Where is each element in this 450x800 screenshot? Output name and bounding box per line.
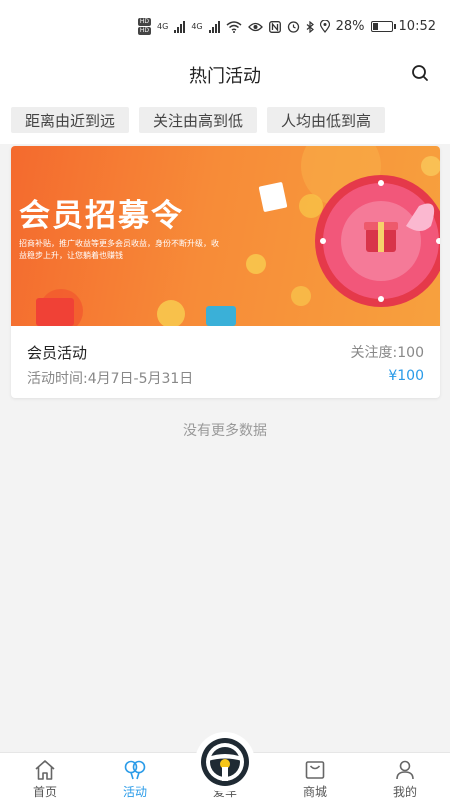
tab-mine-label: 我的 bbox=[392, 785, 417, 799]
tab-shop[interactable]: 商城 bbox=[270, 753, 360, 800]
banner-title: 会员招募令 bbox=[19, 198, 184, 234]
filter-distance[interactable]: 距离由近到远 bbox=[11, 107, 130, 133]
filter-price[interactable]: 人均由低到高 bbox=[267, 107, 386, 133]
search-icon[interactable] bbox=[410, 63, 430, 83]
filter-bar: 距离由近到远 关注由高到低 人均由低到高 bbox=[0, 96, 450, 144]
tab-mine[interactable]: 我的 bbox=[360, 753, 450, 800]
page-title: 热门活动 bbox=[189, 66, 261, 87]
banner-illustration bbox=[36, 146, 440, 326]
location-icon bbox=[319, 20, 330, 33]
battery-percent: 28% bbox=[335, 19, 365, 34]
wifi-icon bbox=[226, 20, 242, 33]
activity-banner[interactable]: 会员招募令 招商补贴，推广收益等更多会员收益，身份不断升级，收益稳步上升，让您躺… bbox=[11, 146, 440, 326]
user-icon bbox=[396, 760, 414, 780]
shop-icon bbox=[305, 761, 325, 779]
hd-badges: HD HD bbox=[137, 18, 152, 35]
eye-icon bbox=[247, 22, 263, 31]
signal-icon bbox=[174, 20, 186, 33]
network-type: 4G bbox=[191, 22, 203, 31]
activity-info: 会员活动 关注度:100 活动时间:4月7日-5月31日 ¥100 bbox=[11, 326, 440, 398]
hd-badge: HD bbox=[137, 18, 152, 26]
steering-wheel-icon bbox=[201, 738, 249, 786]
header: 热门活动 bbox=[0, 52, 450, 96]
network-type: 4G bbox=[157, 22, 169, 31]
activity-price: ¥100 bbox=[388, 368, 424, 384]
no-more-data: 没有更多数据 bbox=[183, 423, 267, 439]
car-tab-badge[interactable] bbox=[195, 732, 255, 792]
tab-home[interactable]: 首页 bbox=[0, 753, 90, 800]
hd-badge: HD bbox=[137, 27, 152, 35]
signal-icon bbox=[208, 20, 220, 33]
clock: 10:52 bbox=[398, 19, 436, 34]
tab-home-label: 首页 bbox=[32, 785, 57, 799]
status-bar: HD HD 4G 4G 28% 10:52 bbox=[0, 0, 450, 52]
status-indicators: HD HD 4G 4G 28% 10:52 bbox=[137, 18, 436, 35]
battery-icon bbox=[370, 21, 396, 32]
tab-shop-label: 商城 bbox=[302, 785, 327, 799]
activity-time: 活动时间:4月7日-5月31日 bbox=[27, 371, 194, 387]
nfc-icon bbox=[268, 20, 281, 33]
alarm-icon bbox=[287, 21, 299, 33]
home-icon bbox=[35, 760, 55, 780]
activity-card[interactable]: 会员招募令 招商补贴，推广收益等更多会员收益，身份不断升级，收益稳步上升，让您躺… bbox=[11, 146, 440, 398]
tab-activity-label: 活动 bbox=[122, 785, 147, 799]
activity-name: 会员活动 bbox=[27, 344, 88, 362]
tab-activity[interactable]: 活动 bbox=[90, 753, 180, 800]
activity-follow-count: 关注度:100 bbox=[350, 345, 424, 361]
banner-subtitle: 招商补贴，推广收益等更多会员收益，身份不断升级，收益稳步上升，让您躺着也赚钱 bbox=[19, 239, 219, 260]
bluetooth-icon bbox=[306, 20, 314, 33]
filter-follow[interactable]: 关注由高到低 bbox=[139, 107, 258, 133]
activity-icon bbox=[124, 760, 146, 780]
